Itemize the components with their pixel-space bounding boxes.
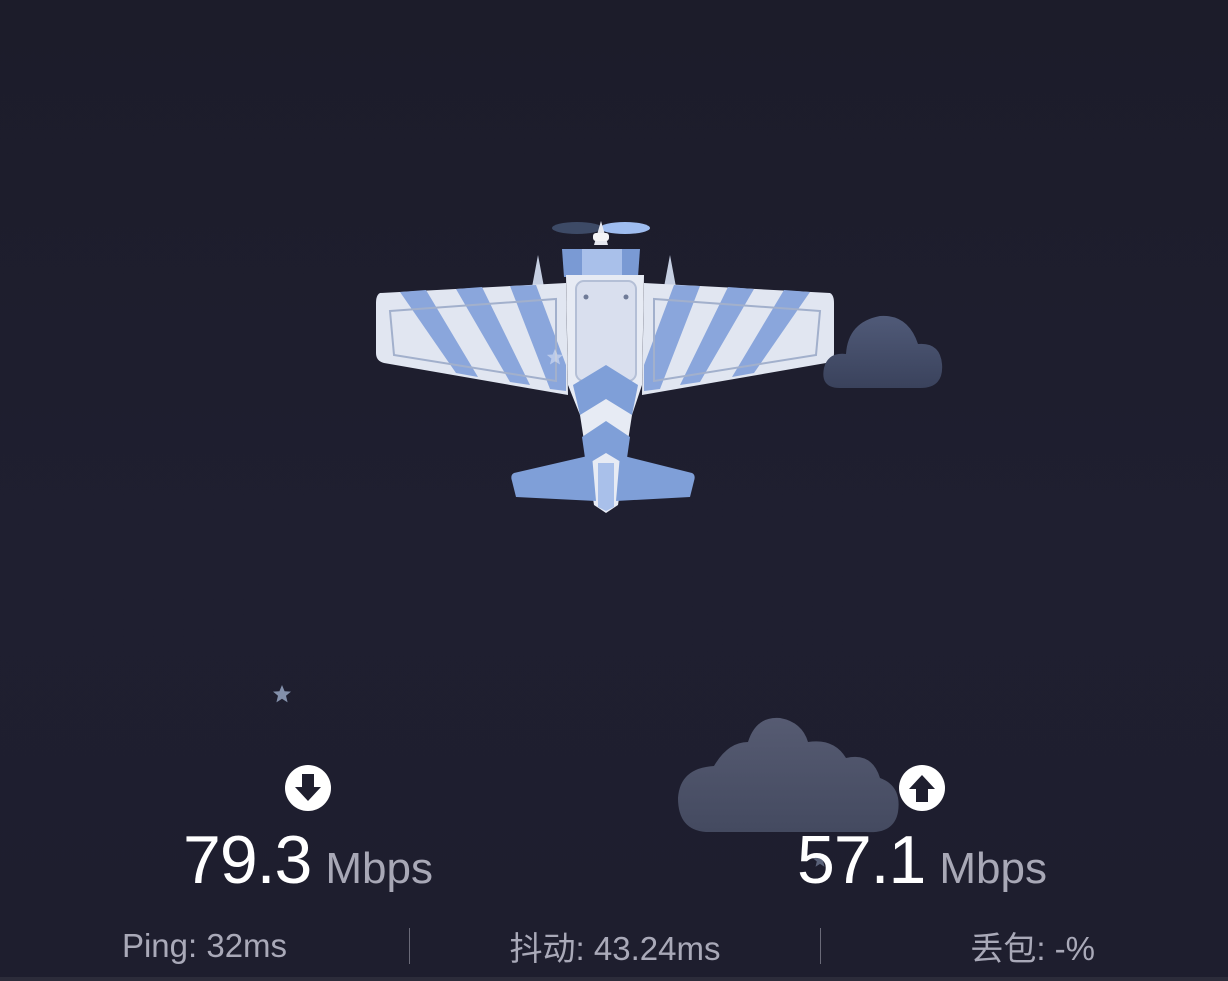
upload-speed-readout: 57.1 Mbps (772, 826, 1072, 894)
download-speed-readout: 79.3 Mbps (158, 826, 458, 894)
upload-speed-value: 57.1 (797, 822, 926, 898)
star-decoration (546, 348, 564, 365)
arrow-up-circle-icon (899, 765, 945, 811)
download-speed-unit: Mbps (325, 844, 433, 893)
download-speed-value: 79.3 (183, 822, 312, 898)
upload-speed: 57.1 Mbps (772, 764, 1072, 894)
cloud-small-decoration (823, 315, 943, 388)
airplane-illustration (376, 221, 834, 513)
upload-speed-unit: Mbps (939, 844, 1047, 893)
download-speed: 79.3 Mbps (158, 764, 458, 894)
arrow-down-circle-icon (285, 765, 331, 811)
jitter-stat: 抖动: 43.24ms (509, 930, 721, 967)
ping-stat: Ping: 32ms (121, 927, 288, 964)
star-decoration (273, 685, 291, 703)
network-stats-bar: Ping: 32ms 抖动: 43.24ms 丢包: -% (0, 924, 1228, 968)
bottom-edge-bar (0, 977, 1228, 981)
packet-loss-stat: 丢包: -% (970, 930, 1095, 967)
